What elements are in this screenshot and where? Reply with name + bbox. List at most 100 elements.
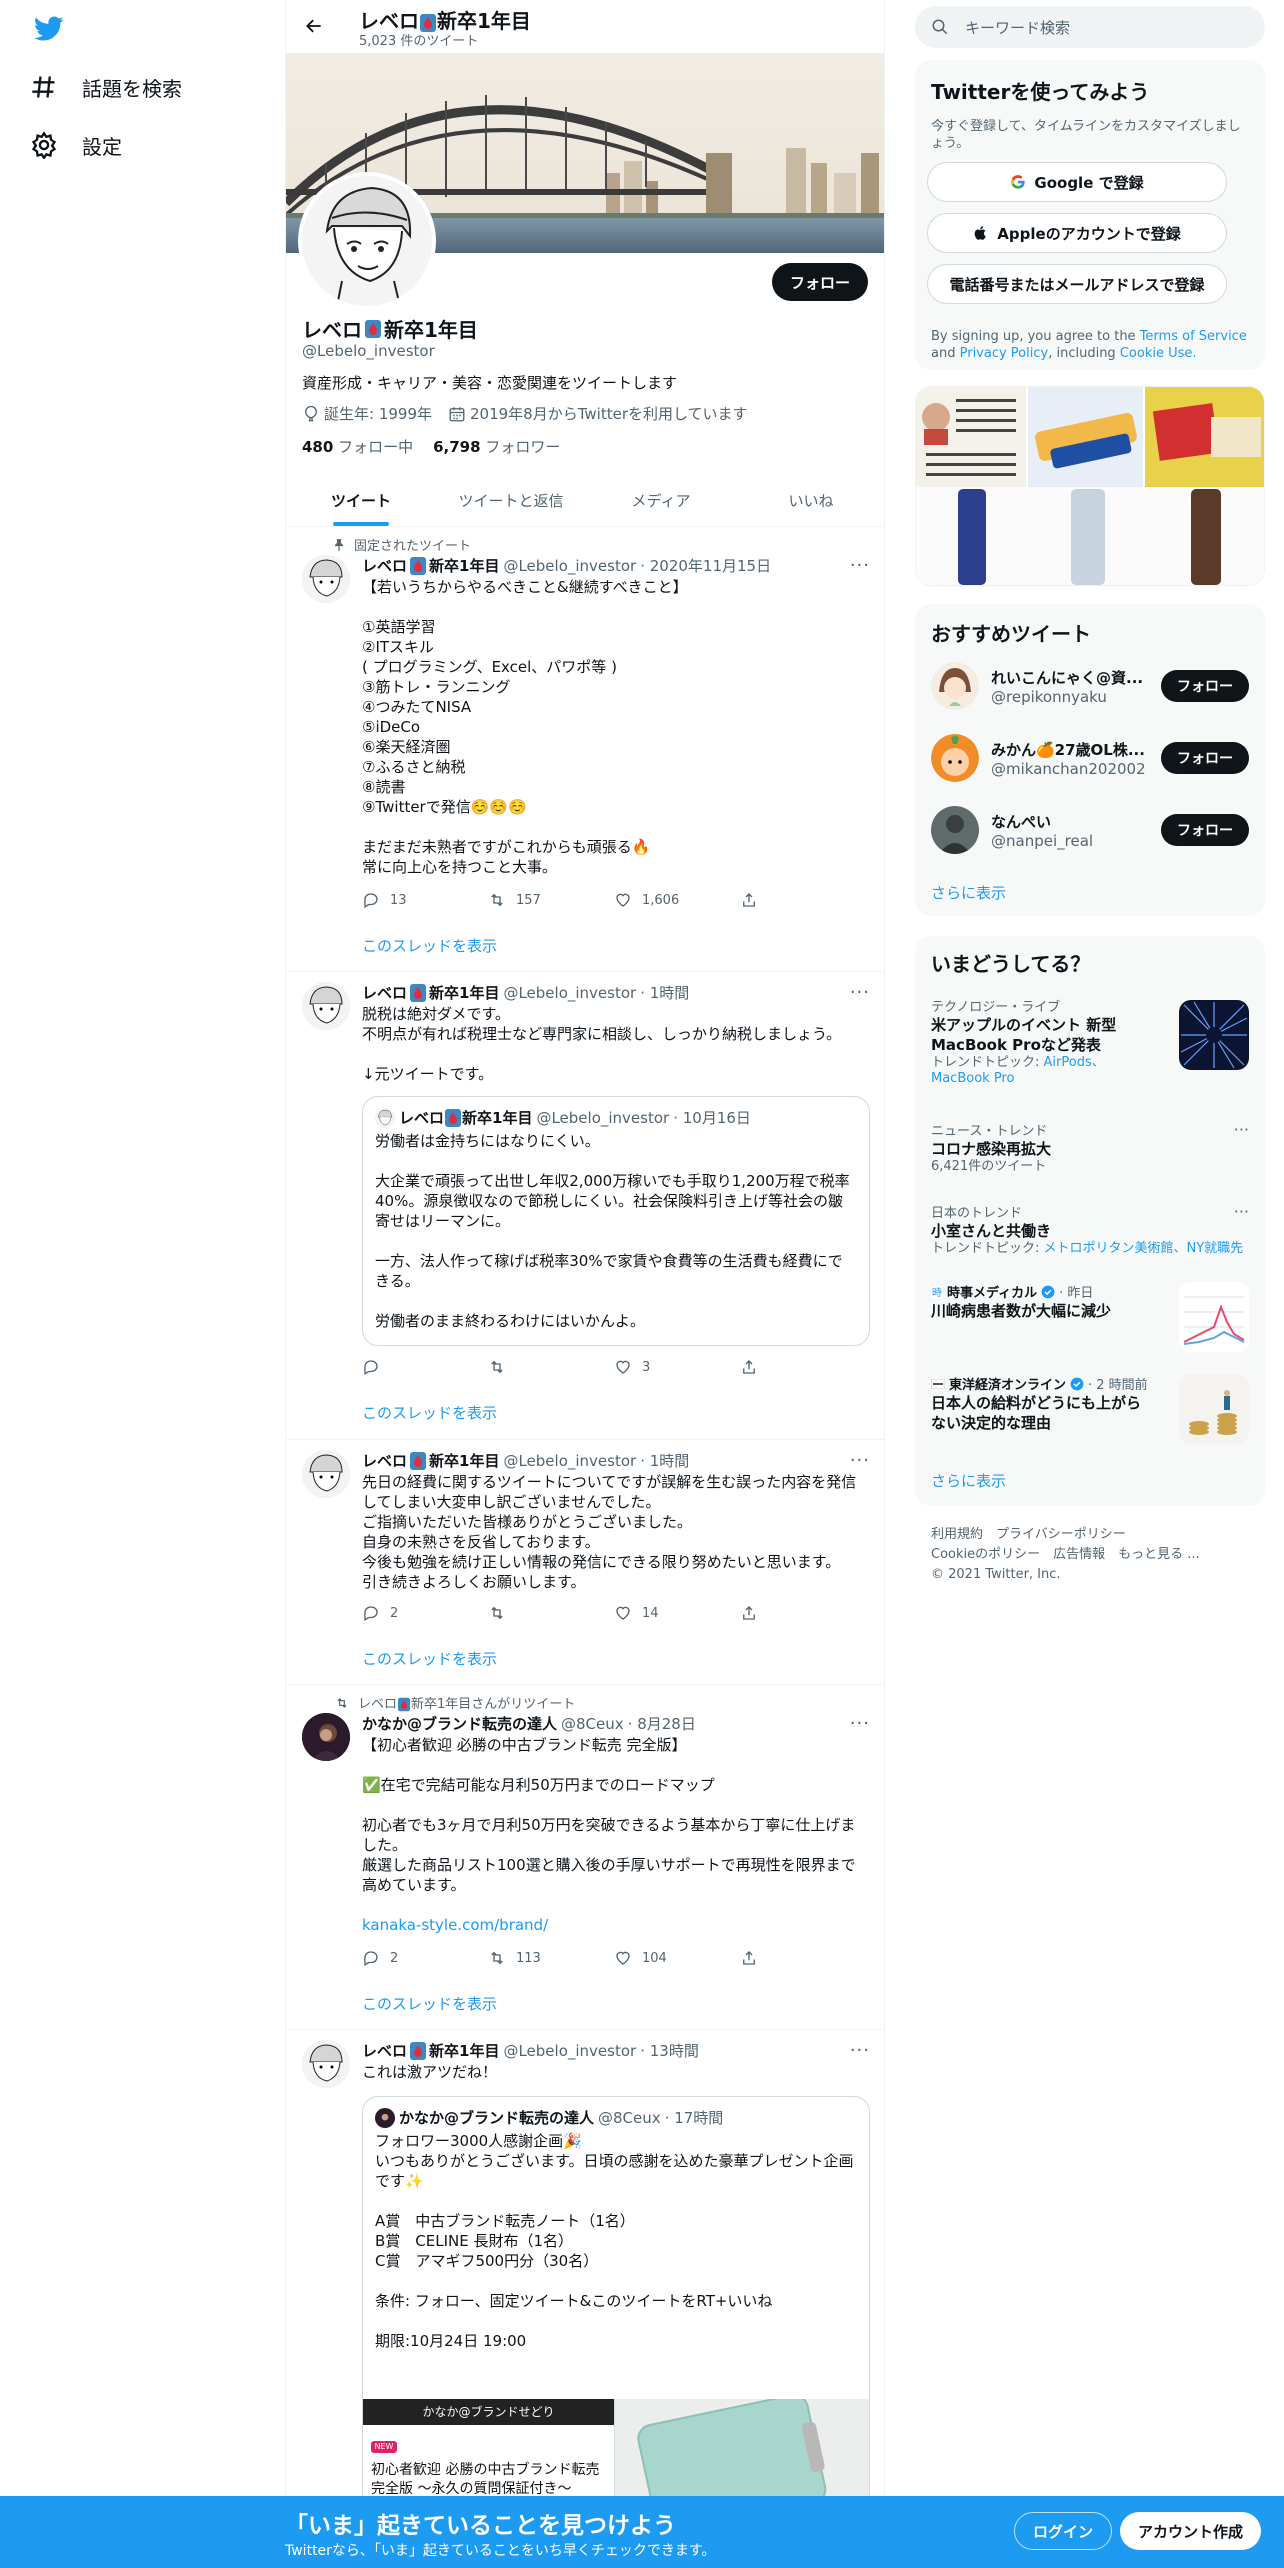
apple-signup-button[interactable]: Appleのアカウントで登録 <box>927 213 1227 253</box>
login-button[interactable]: ログイン <box>1014 2512 1113 2550</box>
show-more-link[interactable]: さらに表示 <box>931 882 1006 903</box>
show-thread-link[interactable]: このスレッドを表示 <box>362 1648 497 1669</box>
avatar[interactable] <box>302 1450 350 1498</box>
tweet-item[interactable]: レベロ 新卒1年目 @Lebelo_investor · 1時間 ··· 先日の経… <box>286 1440 884 1685</box>
tab-tweets[interactable]: ツイート <box>286 474 436 526</box>
nav-settings[interactable]: 設定 <box>30 120 122 170</box>
avatar[interactable] <box>931 662 979 710</box>
trend-item[interactable]: 時 時事メディカル · 昨日 川崎病患者数が大幅に減少 <box>931 1282 1249 1352</box>
show-thread-link[interactable]: このスレッドを表示 <box>362 1993 497 2014</box>
retweet-button[interactable]: 157 <box>488 891 614 909</box>
bottom-bar-title: 「いま」起きていることを見つけよう <box>285 2513 676 2539</box>
tweet-item[interactable]: レベロ 新卒1年目 @Lebelo_investor · 1時間 ··· 脱税は絶… <box>286 972 884 1440</box>
trend-item[interactable]: ニュース・トレンド コロナ感染再拡大 6,421件のツイート ··· <box>931 1120 1249 1180</box>
like-button[interactable]: 14 <box>614 1604 740 1622</box>
recommend-user[interactable]: みかん🍊27歳OL株... @mikanchan202002 フォロー <box>931 728 1249 788</box>
profile-tabs: ツイート ツイートと返信 メディア いいね <box>286 474 884 527</box>
reply-icon <box>364 1951 378 1966</box>
reply-button[interactable]: 2 <box>362 1949 488 1967</box>
tab-likes[interactable]: いいね <box>736 474 884 526</box>
show-thread-link[interactable]: このスレッドを表示 <box>362 1402 497 1423</box>
follow-button[interactable]: フォロー <box>771 263 868 301</box>
google-signup-button[interactable]: Google で登録 <box>927 162 1227 202</box>
like-button[interactable]: 3 <box>614 1358 740 1376</box>
tweet-link[interactable]: kanaka-style.com/brand/ <box>362 1915 870 1935</box>
nav-explore[interactable]: 話題を検索 <box>30 62 182 112</box>
reply-button[interactable] <box>362 1358 488 1376</box>
more-icon[interactable]: ··· <box>1234 1120 1249 1139</box>
more-icon[interactable]: ··· <box>850 1713 870 1734</box>
avatar[interactable] <box>302 1713 350 1761</box>
following-link[interactable]: 480 フォロー中 <box>302 436 413 457</box>
more-icon[interactable]: ··· <box>1234 1202 1249 1221</box>
recommend-title: おすすめツイート <box>931 622 1091 646</box>
tab-media[interactable]: メディア <box>586 474 736 526</box>
share-button[interactable] <box>740 1358 758 1376</box>
follow-button[interactable]: フォロー <box>1161 670 1249 702</box>
promo-image[interactable] <box>915 386 1265 586</box>
trend-item[interactable]: テクノロジー・ライブ 米アップルのイベント 新型MacBook Proなど発表 … <box>931 996 1249 1096</box>
trend-item[interactable]: 東洋経済オンライン · 2 時間前 日本人の給料がどうにも上がらない決定的な理由 <box>931 1374 1249 1444</box>
retweet-button[interactable]: 113 <box>488 1949 614 1967</box>
avatar[interactable] <box>302 2040 350 2088</box>
share-icon <box>743 1951 755 1965</box>
profile-handle: @Lebelo_investor <box>302 342 435 360</box>
twitter-logo-icon[interactable] <box>34 16 64 42</box>
profile-avatar[interactable] <box>298 172 436 310</box>
back-arrow-icon[interactable] <box>296 8 332 44</box>
quote-tweet[interactable]: かなか@ブランド転売の達人 @8Ceux · 17時間 フォロワー3000人感謝… <box>362 2096 870 2500</box>
tweet-item[interactable]: 固定されたツイート レベロ 新卒1年目 @Lebelo_investor · 20… <box>286 527 884 972</box>
trend-item[interactable]: 日本のトレンド 小室さんと共働き トレンドトピック: メトロポリタン美術館、NY… <box>931 1202 1249 1262</box>
tweet-item[interactable]: レベロ 新卒1年目 @Lebelo_investor · 13時間 ··· これは… <box>286 2030 884 2500</box>
avatar[interactable] <box>302 555 350 603</box>
bottom-signup-bar: 「いま」起きていることを見つけよう Twitterなら、「いま」起きていることを… <box>0 2496 1284 2568</box>
share-icon <box>743 1606 755 1620</box>
tweet-item[interactable]: レベロ 新卒1年目さんがリツイート かなか@ブランド転売の達人 @8Ceux · … <box>286 1685 884 2030</box>
like-button[interactable]: 1,606 <box>614 891 740 909</box>
more-icon[interactable]: ··· <box>850 982 870 1003</box>
signup-card: Twitterを使ってみよう 今すぐ登録して、タイムラインをカスタマイズしましょ… <box>915 60 1265 370</box>
retweet-button[interactable] <box>488 1358 614 1376</box>
more-icon[interactable]: ··· <box>850 555 870 576</box>
share-button[interactable] <box>740 891 758 909</box>
show-more-link[interactable]: さらに表示 <box>931 1470 1006 1491</box>
share-button[interactable] <box>740 1949 758 1967</box>
more-icon[interactable]: ··· <box>850 2040 870 2061</box>
follow-button[interactable]: フォロー <box>1161 814 1249 846</box>
quote-tweet[interactable]: レベロ 新卒1年目 @Lebelo_investor · 10月16日 労働者は金… <box>362 1096 870 1346</box>
reply-button[interactable]: 2 <box>362 1604 488 1622</box>
tweet-text: 先日の経費に関するツイートについてですが誤解を生む誤った内容を発信してしまい大変… <box>362 1473 857 1591</box>
svg-text:時: 時 <box>932 1287 942 1298</box>
search-box[interactable]: キーワード検索 <box>915 6 1265 48</box>
tweet-header: かなか@ブランド転売の達人 @8Ceux · 8月28日 ··· <box>362 1713 870 1734</box>
privacy-link[interactable]: Privacy Policy <box>960 346 1049 361</box>
follow-button[interactable]: フォロー <box>1161 742 1249 774</box>
pin-icon <box>334 538 344 551</box>
terms-link[interactable]: Terms of Service <box>1140 329 1247 344</box>
quote-card-left[interactable]: かなか@ブランドせどり NEW 初心者歓迎 必勝の中古ブランド転売 完全版 〜永… <box>363 2399 615 2500</box>
show-thread-link[interactable]: このスレッドを表示 <box>362 935 497 956</box>
signup-button[interactable]: アカウント作成 <box>1120 2512 1262 2550</box>
author-name: レベロ 新卒1年目 <box>362 1451 500 1470</box>
avatar[interactable] <box>302 982 350 1030</box>
tweet-text: 脱税は絶対ダメです。 不明点が有れば税理士など専門家に相談し、しっかり納税しまし… <box>362 1005 842 1083</box>
phone-email-signup-button[interactable]: 電話番号またはメールアドレスで登録 <box>927 264 1227 304</box>
cookie-link[interactable]: Cookie Use. <box>1120 346 1197 361</box>
more-icon[interactable]: ··· <box>850 1450 870 1471</box>
share-button[interactable] <box>740 1604 758 1622</box>
reply-icon <box>364 1360 378 1375</box>
search-icon <box>932 19 948 35</box>
recommend-user[interactable]: なんぺい @nanpei_real フォロー <box>931 800 1249 860</box>
followers-link[interactable]: 6,798 フォロワー <box>433 436 560 457</box>
tab-tweets-replies[interactable]: ツイートと返信 <box>436 474 586 526</box>
footer-line-1[interactable]: 利用規約 プライバシーポリシー <box>931 1525 1251 1545</box>
reply-button[interactable]: 13 <box>362 891 488 909</box>
avatar[interactable] <box>931 806 979 854</box>
recommend-user[interactable]: れいこんにゃく@資... @repikonnyaku フォロー <box>931 656 1249 716</box>
wallet-image[interactable] <box>615 2399 869 2500</box>
heart-icon <box>616 1360 630 1374</box>
footer-line-2[interactable]: Cookieのポリシー 広告情報 もっと見る ... <box>931 1545 1251 1565</box>
like-button[interactable]: 104 <box>614 1949 740 1967</box>
retweet-button[interactable] <box>488 1604 614 1622</box>
avatar[interactable] <box>931 734 979 782</box>
